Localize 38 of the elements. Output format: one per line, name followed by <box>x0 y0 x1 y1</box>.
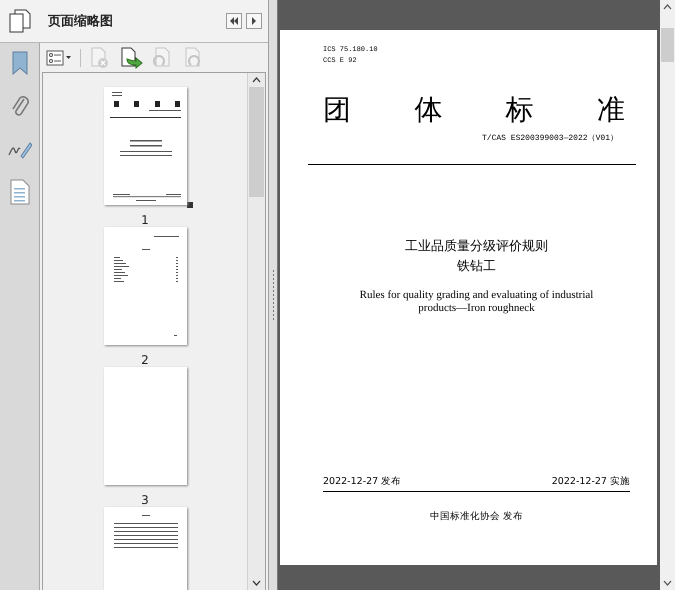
scrollbar-thumb[interactable] <box>249 87 264 197</box>
scroll-down-icon[interactable] <box>252 580 261 586</box>
panel-title: 页面缩略图 <box>48 12 114 30</box>
english-title: Rules for quality grading and evaluating of industrial <box>360 289 594 302</box>
options-button[interactable] <box>46 50 72 66</box>
scroll-up-icon[interactable] <box>663 4 672 10</box>
publisher: 中国标准化协会 发布 <box>430 510 524 523</box>
bookmark-icon[interactable] <box>12 51 28 75</box>
page-thumbnail[interactable] <box>104 87 186 205</box>
standard-number: T/CAS ES200399003—2022（V01） <box>482 133 618 143</box>
double-left-arrow-icon <box>229 17 239 25</box>
scrollbar-thumb[interactable] <box>661 28 674 62</box>
next-button[interactable] <box>246 13 262 29</box>
page-thumbnail[interactable] <box>104 227 186 345</box>
heading-character: 团 <box>323 93 351 127</box>
effective-date: 2022-12-27 实施 <box>552 475 630 488</box>
scroll-up-icon[interactable] <box>252 77 261 83</box>
document-title: 工业品质量分级评价规则 <box>405 238 548 256</box>
insert-page-button[interactable] <box>119 46 143 68</box>
english-title: products—Iron roughneck <box>418 302 535 315</box>
page-thumbnail[interactable] <box>104 367 186 485</box>
collapse-button[interactable] <box>226 13 242 29</box>
right-arrow-icon <box>251 17 257 25</box>
page-number: 3 <box>141 493 149 507</box>
heading-character: 标 <box>506 93 534 127</box>
document-icon[interactable] <box>10 179 30 205</box>
heading-character: 准 <box>596 93 625 127</box>
page-number: 1 <box>141 213 149 227</box>
page-number: 2 <box>141 353 149 367</box>
splitter-grip-icon[interactable] <box>272 270 274 320</box>
paperclip-icon[interactable] <box>10 95 30 119</box>
heading-character: 体 <box>414 93 442 127</box>
scroll-down-icon[interactable] <box>663 580 672 586</box>
page-thumbnail[interactable] <box>104 507 186 590</box>
pages-icon[interactable] <box>6 8 32 34</box>
view-marker[interactable] <box>186 202 192 208</box>
document-title: 铁钻工 <box>457 258 496 276</box>
issue-date: 2022-12-27 发布 <box>323 475 402 488</box>
